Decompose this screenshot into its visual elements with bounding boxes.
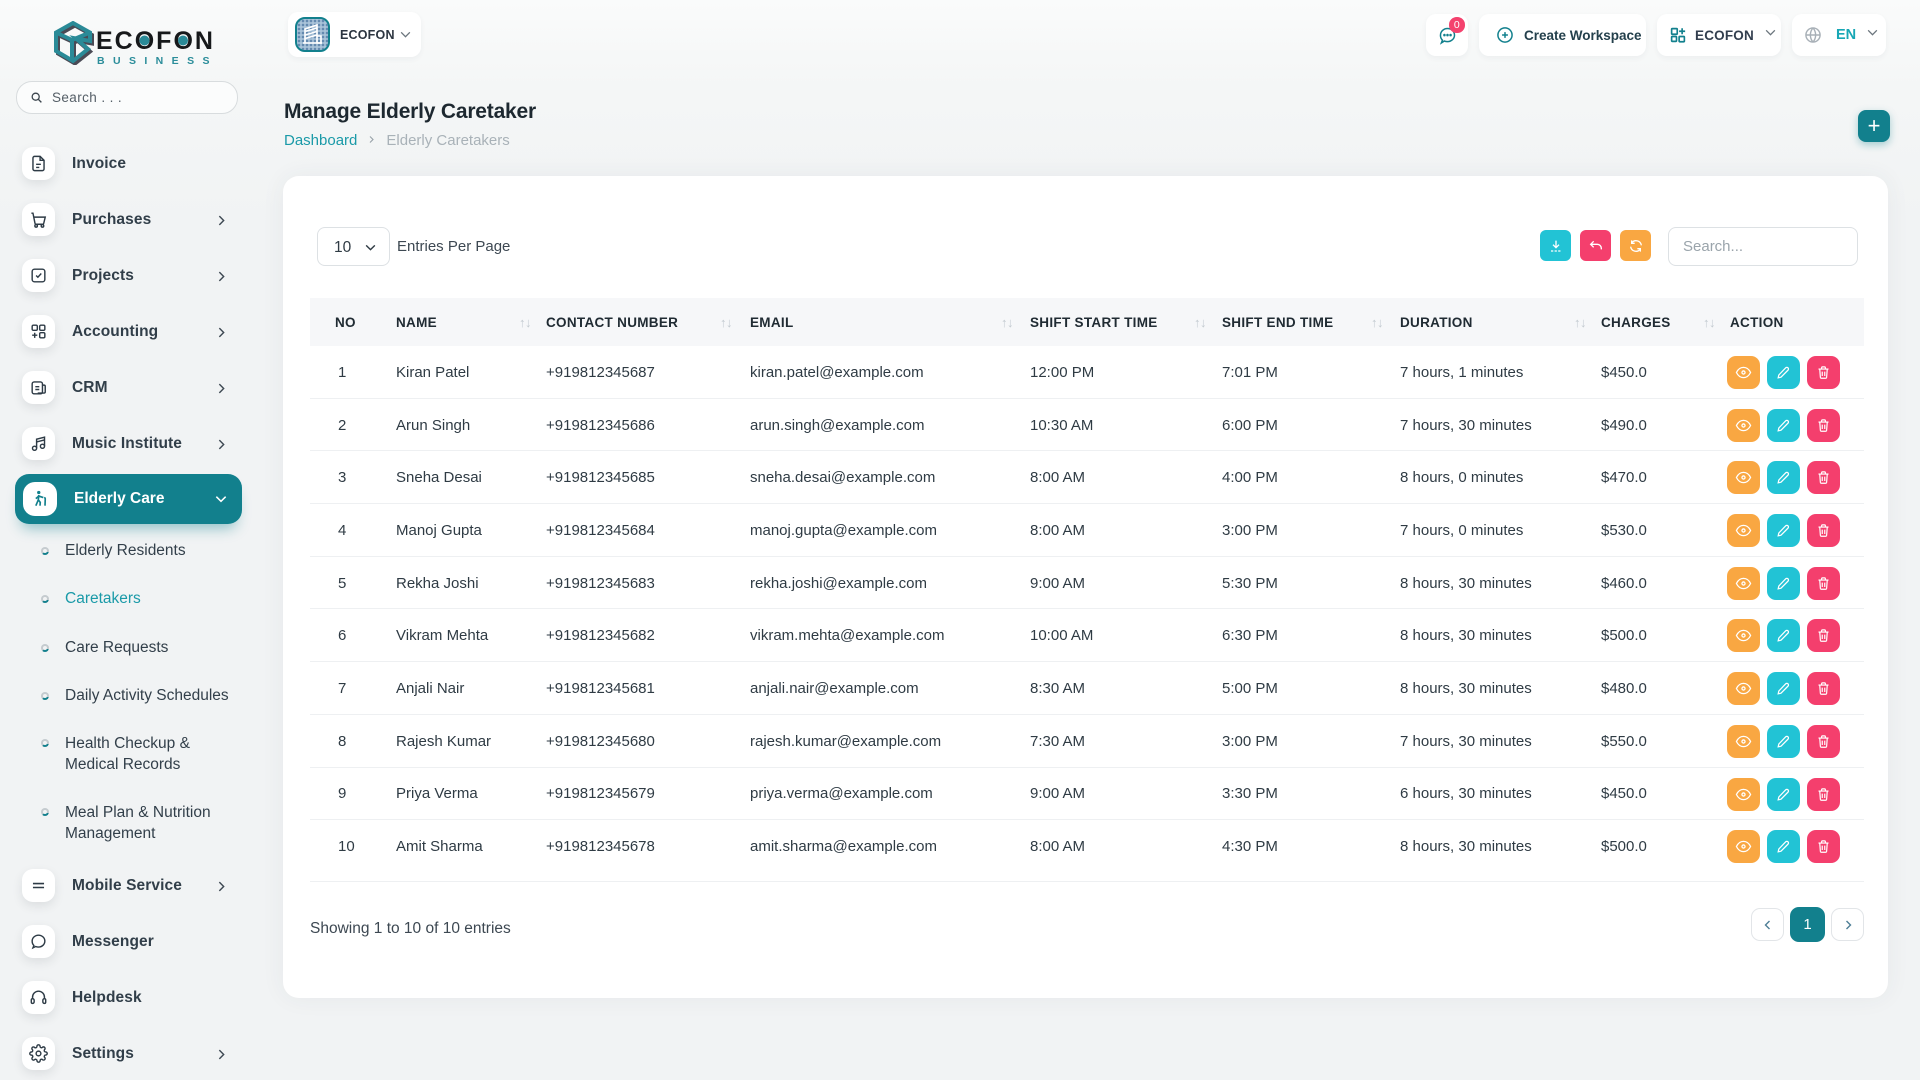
- svg-text:ECOFON: ECOFON: [96, 27, 215, 55]
- svg-text:BUSINESS: BUSINESS: [97, 55, 218, 65]
